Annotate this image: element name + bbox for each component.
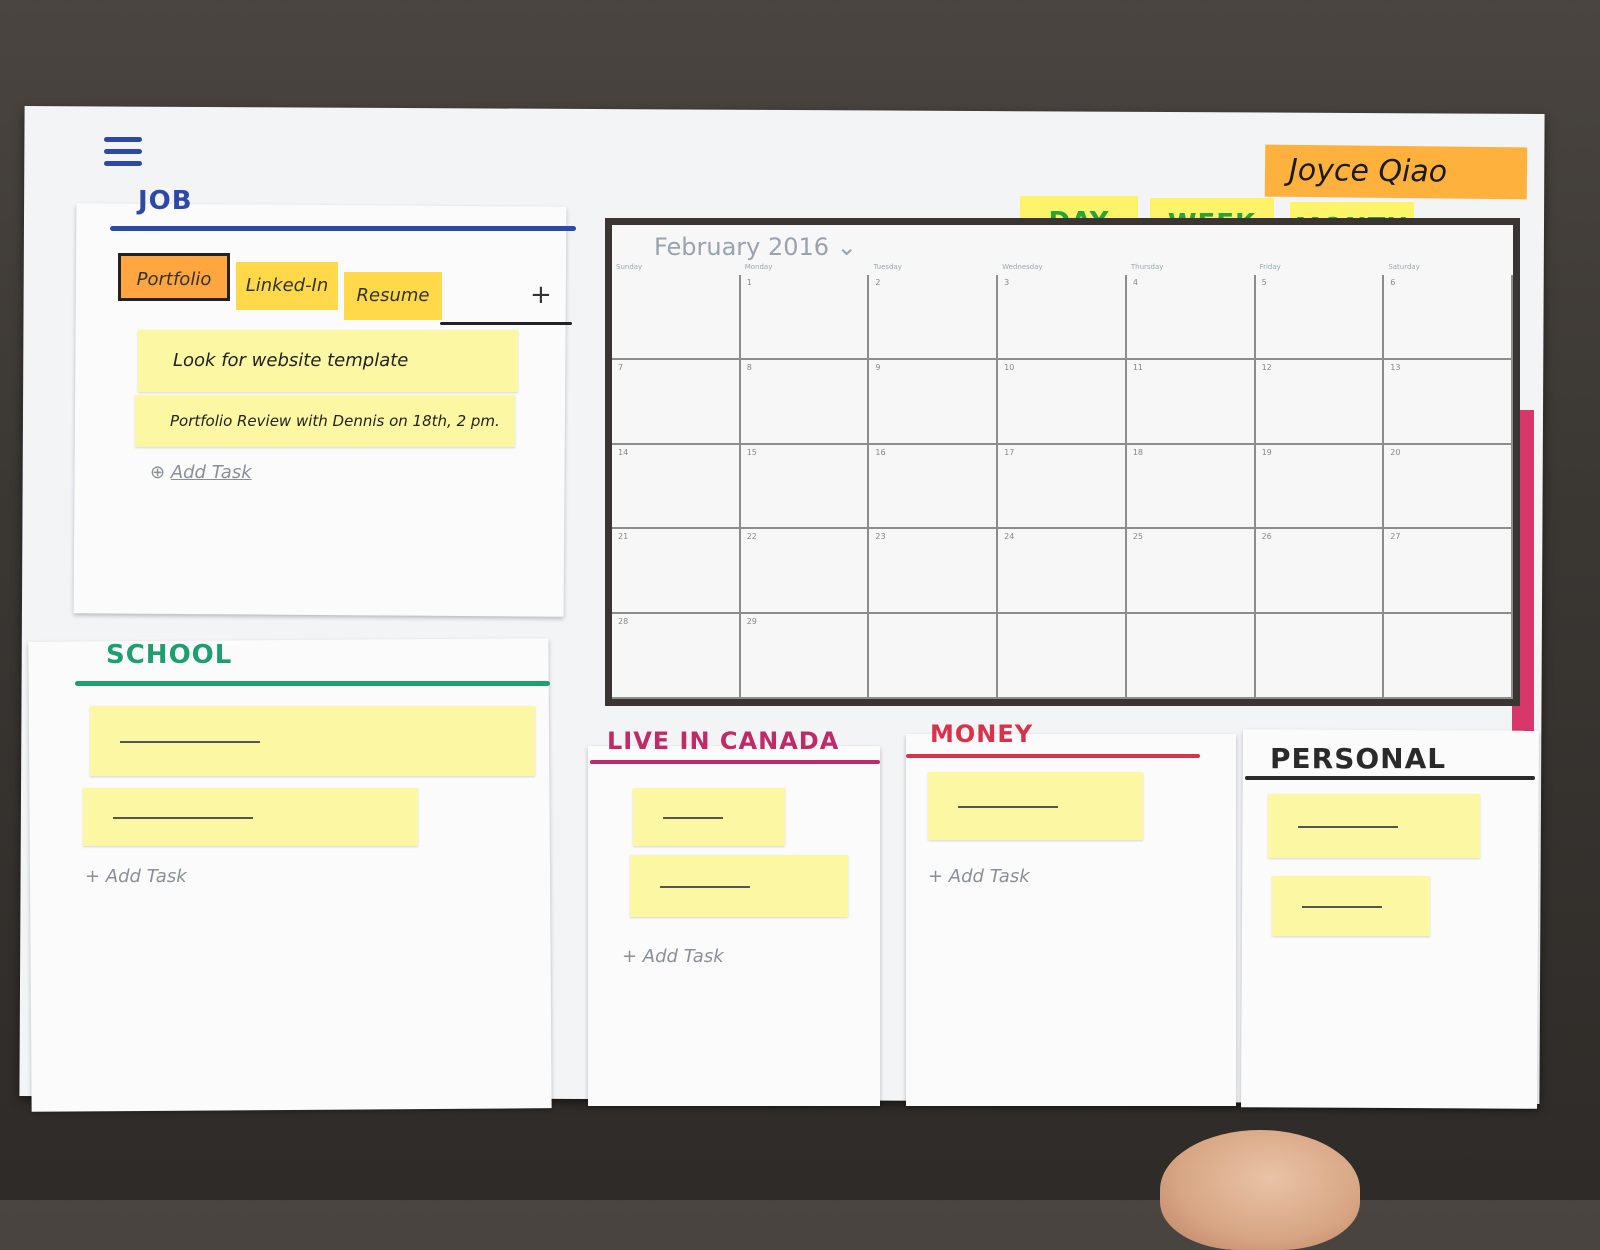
calendar-day-cell[interactable]: 7 [612, 359, 741, 445]
calendar-day-cell[interactable]: 28 [612, 614, 741, 699]
canada-add-task-button[interactable]: + Add Task [622, 946, 724, 967]
calendar-day-cell[interactable] [1126, 614, 1256, 699]
job-add-task-button[interactable]: ⊕ Add Task [150, 462, 252, 483]
tab-underline [440, 322, 572, 325]
calendar-day-cell[interactable]: 24 [998, 529, 1127, 615]
scribble-text [113, 817, 253, 819]
calendar-day-cell[interactable]: 20 [1384, 444, 1513, 530]
calendar-day-cell[interactable]: 29 [740, 614, 870, 699]
scribble-text [958, 806, 1058, 808]
calendar-day-cell[interactable] [998, 614, 1127, 699]
calendar-day-cell[interactable]: 25 [1126, 529, 1256, 615]
calendar-day-cell[interactable]: 9 [869, 359, 999, 445]
weekday-label: Friday [1259, 263, 1281, 271]
tab-linked-in[interactable]: Linked-In [236, 262, 338, 310]
weekday-label: Monday [744, 263, 773, 271]
canada-task-note[interactable] [630, 855, 848, 917]
scribble-text [663, 817, 723, 819]
canada-title: LIVE IN CANADA [607, 727, 840, 755]
calendar-day-cell[interactable]: 6 [1384, 275, 1513, 360]
weekday-label: Saturday [1388, 263, 1420, 271]
scribble-text [1302, 906, 1382, 908]
calendar-day-cell[interactable]: 8 [740, 359, 870, 445]
calendar-weekday-header: Sunday Monday Tuesday Wednesday Thursday… [612, 263, 1513, 271]
calendar-day-cell[interactable]: 18 [1126, 444, 1256, 530]
calendar-day-cell[interactable]: 15 [740, 444, 870, 530]
personal-title: PERSONAL [1270, 742, 1447, 775]
weekday-label: Thursday [1130, 263, 1164, 271]
calendar-day-cell[interactable]: 21 [612, 529, 741, 615]
month-calendar: February 2016 ⌄ Sunday Monday Tuesday We… [605, 218, 1520, 706]
calendar-day-cell[interactable]: 11 [1126, 359, 1256, 445]
user-name-tag[interactable]: Joyce Qiao [1264, 144, 1528, 200]
add-circle-icon: ⊕ [150, 462, 171, 483]
money-title: MONEY [930, 720, 1034, 748]
job-title: JOB [138, 186, 193, 216]
photo-finger [1160, 1130, 1360, 1250]
canada-rule [590, 760, 880, 764]
school-add-task-button[interactable]: + Add Task [85, 866, 187, 887]
calendar-day-cell[interactable]: 16 [869, 444, 999, 530]
job-task-note[interactable]: Portfolio Review with Dennis on 18th, 2 … [135, 395, 515, 447]
weekday-label: Tuesday [873, 263, 902, 271]
calendar-day-cell[interactable]: 17 [998, 444, 1127, 530]
scribble-text [1298, 826, 1398, 828]
job-rule [110, 226, 576, 231]
calendar-day-cell[interactable]: 2 [869, 275, 999, 360]
tab-resume[interactable]: Resume [344, 272, 442, 320]
calendar-day-cell[interactable]: 3 [998, 275, 1127, 360]
calendar-day-cell[interactable]: 26 [1255, 529, 1385, 615]
calendar-month-title[interactable]: February 2016 ⌄ [654, 233, 857, 261]
weekday-label: Sunday [616, 263, 643, 271]
add-task-label: Add Task [170, 462, 252, 483]
calendar-day-cell[interactable]: 10 [998, 359, 1127, 445]
personal-rule [1245, 776, 1535, 780]
canada-task-note[interactable] [633, 788, 785, 846]
hamburger-menu-icon[interactable] [104, 137, 142, 173]
calendar-day-cell[interactable]: 22 [740, 529, 870, 615]
scribble-text [660, 886, 750, 888]
calendar-day-cell[interactable] [1255, 614, 1385, 699]
calendar-day-cell[interactable]: 4 [1126, 275, 1256, 360]
calendar-day-cell[interactable]: 5 [1255, 275, 1385, 360]
calendar-day-cell[interactable]: 12 [1255, 359, 1385, 445]
task-text: Portfolio Review with Dennis on 18th, 2 … [170, 412, 500, 430]
calendar-day-cell[interactable]: 14 [612, 444, 741, 530]
calendar-day-cell[interactable] [1384, 614, 1513, 699]
tab-portfolio[interactable]: Portfolio [118, 253, 230, 301]
money-rule [906, 754, 1200, 758]
calendar-day-cell[interactable]: 13 [1384, 359, 1513, 445]
calendar-grid: 1 2 3 4 5 6 7 8 9 10 11 12 13 14 15 16 17 18 19 20 21 22 23 24 2… [612, 275, 1513, 699]
personal-task-note[interactable] [1268, 794, 1480, 858]
task-text: Look for website template [173, 350, 409, 371]
money-add-task-button[interactable]: + Add Task [928, 866, 1030, 887]
weekday-label: Wednesday [1002, 263, 1043, 271]
school-task-note[interactable] [90, 706, 535, 776]
school-task-note[interactable] [83, 788, 418, 846]
school-rule [75, 681, 550, 686]
calendar-day-cell[interactable]: 19 [1255, 444, 1385, 530]
school-title: SCHOOL [106, 640, 233, 670]
job-task-note[interactable]: Look for website template [138, 330, 518, 392]
calendar-day-cell[interactable] [869, 614, 999, 699]
calendar-day-cell[interactable]: 1 [740, 275, 870, 360]
personal-task-note[interactable] [1272, 876, 1430, 936]
scribble-text [120, 741, 260, 743]
calendar-day-cell[interactable] [612, 275, 741, 360]
calendar-day-cell[interactable]: 27 [1384, 529, 1513, 615]
calendar-day-cell[interactable]: 23 [869, 529, 999, 615]
add-tab-button[interactable]: + [530, 280, 552, 310]
money-task-note[interactable] [928, 772, 1143, 840]
